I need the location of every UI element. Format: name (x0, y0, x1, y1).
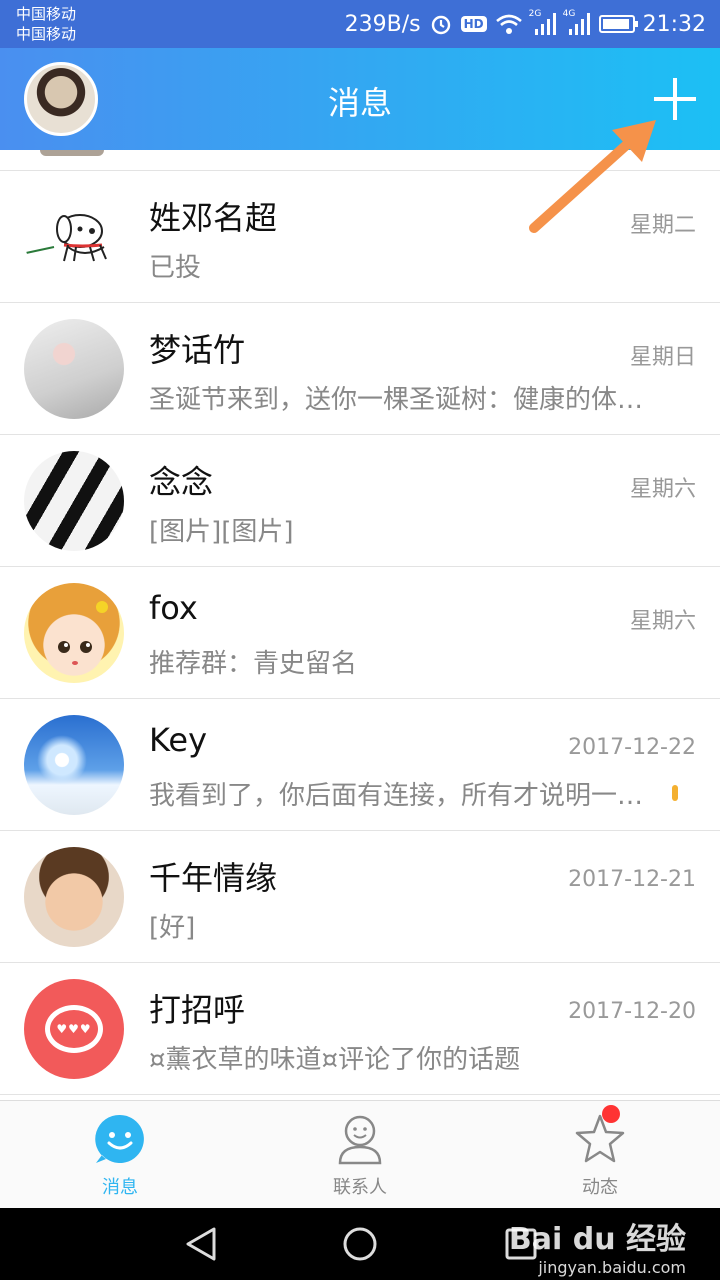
conversation-name: 千年情缘 (149, 859, 278, 897)
watermark: Bai du 经验 jingyan.baidu.com (509, 1214, 686, 1277)
carrier-2: 中国移动 (16, 25, 77, 43)
annotation-arrow (529, 120, 656, 233)
alarm-icon (431, 15, 450, 35)
watermark-url: jingyan.baidu.com (538, 1258, 686, 1277)
conversation-preview: [图片][图片] (149, 517, 294, 547)
conversation-time: 2017-12-21 (568, 867, 696, 892)
conversation-name: 打招呼 (149, 991, 246, 1029)
dog-icon (25, 214, 107, 262)
carrier-labels: 中国移动 中国移动 (16, 4, 76, 44)
conversation-preview: ¤薰衣草的味道¤评论了你的话题 (149, 1045, 521, 1075)
conversation-name: 念念 (149, 463, 214, 501)
tab-moments[interactable]: 动态 (480, 1101, 720, 1209)
contact-person-icon (338, 1115, 382, 1165)
signal-type-2: 4G (562, 9, 576, 19)
conversation-time: 星期六 (629, 477, 696, 502)
cartoon-girl-icon (58, 601, 108, 665)
conversation-time: 2017-12-20 (568, 999, 696, 1024)
conversation-time: 星期六 (629, 609, 696, 634)
back-icon[interactable] (184, 1226, 218, 1262)
conversation-row[interactable]: fox 星期六 推荐群：青史留名 (0, 567, 720, 699)
wifi-icon (495, 14, 522, 34)
emoji-fragment (672, 785, 678, 801)
status-icons: 239B/s HD 2G 4G 21:32 (345, 0, 706, 48)
avatar (24, 583, 124, 683)
notification-badge (602, 1105, 620, 1123)
signal-type-1: 2G (528, 9, 542, 19)
tab-label: 动态 (582, 1177, 618, 1198)
avatar: ♥♥♥ (24, 979, 124, 1079)
avatar (24, 715, 124, 815)
clock: 21:32 (642, 11, 706, 37)
conversation-name: fox (149, 589, 198, 627)
greeting-bubble-icon: ♥♥♥ (45, 1005, 103, 1053)
hd-icon: HD (460, 16, 487, 32)
conversation-time: 2017-12-22 (568, 735, 696, 760)
tab-bar: 消息 联系人 动态 (0, 1100, 720, 1208)
carrier-1: 中国移动 (16, 5, 77, 23)
conversation-preview: 圣诞节来到，送你一棵圣诞树：健康的体… (149, 385, 644, 415)
home-icon[interactable] (342, 1226, 378, 1262)
conversation-row[interactable]: 千年情缘 2017-12-21 [好] (0, 831, 720, 963)
conversation-preview: 我看到了，你后面有连接，所有才说明一… (149, 781, 644, 811)
conversation-row[interactable]: ♥♥♥ 打招呼 2017-12-20 ¤薰衣草的味道¤评论了你的话题 (0, 963, 720, 1095)
conversation-row[interactable]: Key 2017-12-22 我看到了，你后面有连接，所有才说明一… (0, 699, 720, 831)
net-speed: 239B/s (344, 11, 421, 37)
avatar (24, 319, 124, 419)
conversation-row[interactable]: 念念 星期六 [图片][图片] (0, 435, 720, 567)
qq-app-screen: 中国移动 中国移动 239B/s HD 2G 4G 21:32 消息 姓邓名超 … (0, 0, 720, 1280)
battery-icon (598, 15, 638, 33)
status-bar: 中国移动 中国移动 239B/s HD 2G 4G 21:32 (0, 0, 720, 48)
conversation-preview: 推荐群：青史留名 (149, 649, 358, 679)
signal-icon-sim2: 4G (563, 9, 591, 35)
star-icon (575, 1114, 625, 1163)
tab-messages[interactable]: 消息 (0, 1101, 240, 1209)
watermark-main: Bai du 经验 (508, 1222, 686, 1257)
conversation-list[interactable]: 姓邓名超 星期二 已投 梦话竹 星期日 圣诞节来到，送你一棵圣诞树：健康的体… … (0, 150, 720, 1100)
conversation-name: 梦话竹 (149, 331, 246, 369)
tab-label: 消息 (102, 1177, 138, 1198)
avatar (24, 187, 124, 287)
conversation-time: 星期日 (629, 345, 696, 370)
tab-contacts[interactable]: 联系人 (240, 1101, 480, 1209)
tab-label: 联系人 (333, 1177, 387, 1198)
navigation-bar: Bai du 经验 jingyan.baidu.com (0, 1208, 720, 1280)
conversation-row[interactable]: 梦话竹 星期日 圣诞节来到，送你一棵圣诞树：健康的体… (0, 303, 720, 435)
message-smile-icon (95, 1114, 144, 1163)
conversation-name: Key (149, 721, 208, 759)
avatar (24, 847, 124, 947)
conversation-name: 姓邓名超 (149, 199, 278, 237)
conversation-preview: 已投 (149, 253, 202, 283)
conversation-preview: [好] (149, 913, 196, 943)
avatar (24, 451, 124, 551)
signal-icon-sim1: 2G (529, 9, 557, 35)
